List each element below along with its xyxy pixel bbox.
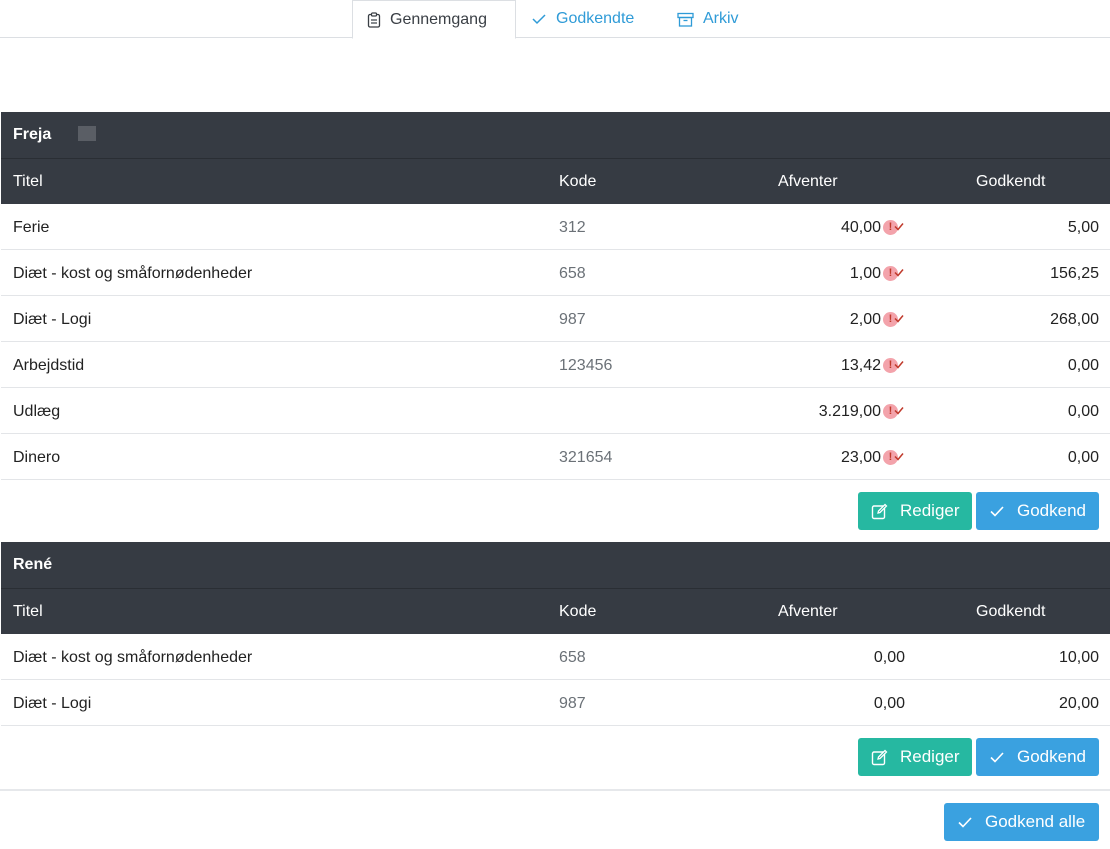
row-pending: 40,00: [840, 219, 881, 236]
row-code: 658: [559, 265, 586, 282]
edit-icon: [871, 503, 888, 520]
column-header-title[interactable]: Titel: [13, 603, 43, 621]
column-header-pending[interactable]: Afventer: [778, 603, 838, 621]
row-pending: 2,00: [849, 311, 881, 328]
edit-button[interactable]: Rediger: [858, 738, 972, 776]
column-header-title[interactable]: Titel: [13, 173, 43, 191]
section-header: René: [1, 542, 1110, 589]
pending-warning-approve-icon[interactable]: !: [883, 311, 905, 329]
table-header: Titel Kode Afventer Godkendt: [1, 589, 1110, 634]
row-approved: 0,00: [1067, 403, 1099, 420]
row-title: Dinero: [13, 449, 61, 466]
edit-icon: [871, 749, 888, 766]
table-row: Diæt - kost og småfornødenheder 658 0,00…: [1, 634, 1110, 680]
column-header-code[interactable]: Kode: [559, 173, 596, 191]
pending-warning-approve-icon[interactable]: !: [883, 449, 905, 467]
select-checkbox[interactable]: [78, 126, 96, 141]
tab-label: Arkiv: [703, 10, 739, 27]
divider: [0, 789, 1110, 791]
check-icon: [531, 12, 547, 26]
row-approved: 20,00: [1058, 695, 1099, 712]
approve-button-label: Godkend: [1017, 747, 1086, 766]
table-row: Ferie 312 40,00 ! 5,00: [1, 204, 1110, 250]
employee-section-freja: Freja Titel Kode Afventer Godkendt Ferie…: [1, 112, 1110, 542]
row-approved: 0,00: [1067, 449, 1099, 466]
edit-button-label: Rediger: [900, 501, 960, 520]
row-code: 123456: [559, 357, 613, 374]
pending-warning-approve-icon[interactable]: !: [883, 403, 905, 421]
tab-godkendte[interactable]: Godkendte: [531, 0, 634, 38]
table-row: Udlæg 3.219,00 ! 0,00: [1, 388, 1110, 434]
edit-button-label: Rediger: [900, 747, 960, 766]
approve-button[interactable]: Godkend: [976, 492, 1099, 530]
section-actions: Rediger Godkend: [1, 480, 1110, 542]
table-row: Dinero 321654 23,00 ! 0,00: [1, 434, 1110, 480]
tab-arkiv[interactable]: Arkiv: [677, 0, 739, 38]
row-code: 987: [559, 311, 586, 328]
check-icon: [957, 816, 973, 829]
row-pending: 13,42: [840, 357, 881, 374]
row-pending: 3.219,00: [818, 403, 881, 420]
employee-name: René: [13, 556, 53, 573]
row-approved: 0,00: [1067, 357, 1099, 374]
row-code: 987: [559, 695, 586, 712]
column-header-code[interactable]: Kode: [559, 603, 596, 621]
row-pending: 1,00: [849, 265, 881, 282]
row-pending: 0,00: [873, 695, 905, 712]
column-header-pending[interactable]: Afventer: [778, 173, 838, 191]
edit-button[interactable]: Rediger: [858, 492, 972, 530]
tab-label: Godkendte: [556, 10, 635, 27]
row-code: 312: [559, 219, 586, 236]
clipboard-icon: [367, 11, 381, 28]
section-actions: Rediger Godkend: [1, 726, 1110, 788]
table-row: Diæt - Logi 987 0,00 20,00: [1, 680, 1110, 726]
tab-label: Gennemgang: [390, 10, 487, 28]
section-header: Freja: [1, 112, 1110, 159]
approve-all-button[interactable]: Godkend alle: [944, 803, 1099, 841]
archive-icon: [677, 12, 694, 27]
row-title: Udlæg: [13, 403, 61, 420]
check-icon: [989, 751, 1005, 764]
row-title: Diæt - kost og småfornødenheder: [13, 265, 253, 282]
pending-warning-approve-icon[interactable]: !: [883, 265, 905, 283]
column-header-approved[interactable]: Godkendt: [976, 603, 1045, 621]
row-pending: 0,00: [873, 649, 905, 666]
row-title: Diæt - Logi: [13, 695, 92, 712]
row-title: Diæt - kost og småfornødenheder: [13, 649, 253, 666]
pending-warning-approve-icon[interactable]: !: [883, 219, 905, 237]
row-approved: 268,00: [1050, 311, 1099, 328]
table-row: Diæt - Logi 987 2,00 ! 268,00: [1, 296, 1110, 342]
column-header-approved[interactable]: Godkendt: [976, 173, 1045, 191]
table-row: Arbejdstid 123456 13,42 ! 0,00: [1, 342, 1110, 388]
employee-section-rene: René Titel Kode Afventer Godkendt Diæt -…: [1, 542, 1110, 788]
row-title: Ferie: [13, 219, 50, 236]
employee-name: Freja: [13, 126, 52, 143]
approve-button-label: Godkend: [1017, 501, 1086, 520]
row-approved: 5,00: [1067, 219, 1099, 236]
check-icon: [989, 505, 1005, 518]
row-code: 658: [559, 649, 586, 666]
row-title: Diæt - Logi: [13, 311, 92, 328]
approve-all-label: Godkend alle: [985, 812, 1086, 831]
tab-gennemgang[interactable]: Gennemgang: [352, 0, 516, 39]
table-header: Titel Kode Afventer Godkendt: [1, 159, 1110, 204]
row-approved: 10,00: [1058, 649, 1099, 666]
row-title: Arbejdstid: [13, 357, 85, 374]
pending-warning-approve-icon[interactable]: !: [883, 357, 905, 375]
tab-bar: Gennemgang Godkendte Arkiv: [0, 0, 1110, 39]
approve-button[interactable]: Godkend: [976, 738, 1099, 776]
table-row: Diæt - kost og småfornødenheder 658 1,00…: [1, 250, 1110, 296]
row-code: 321654: [559, 449, 613, 466]
row-approved: 156,25: [1050, 265, 1099, 282]
row-pending: 23,00: [840, 449, 881, 466]
